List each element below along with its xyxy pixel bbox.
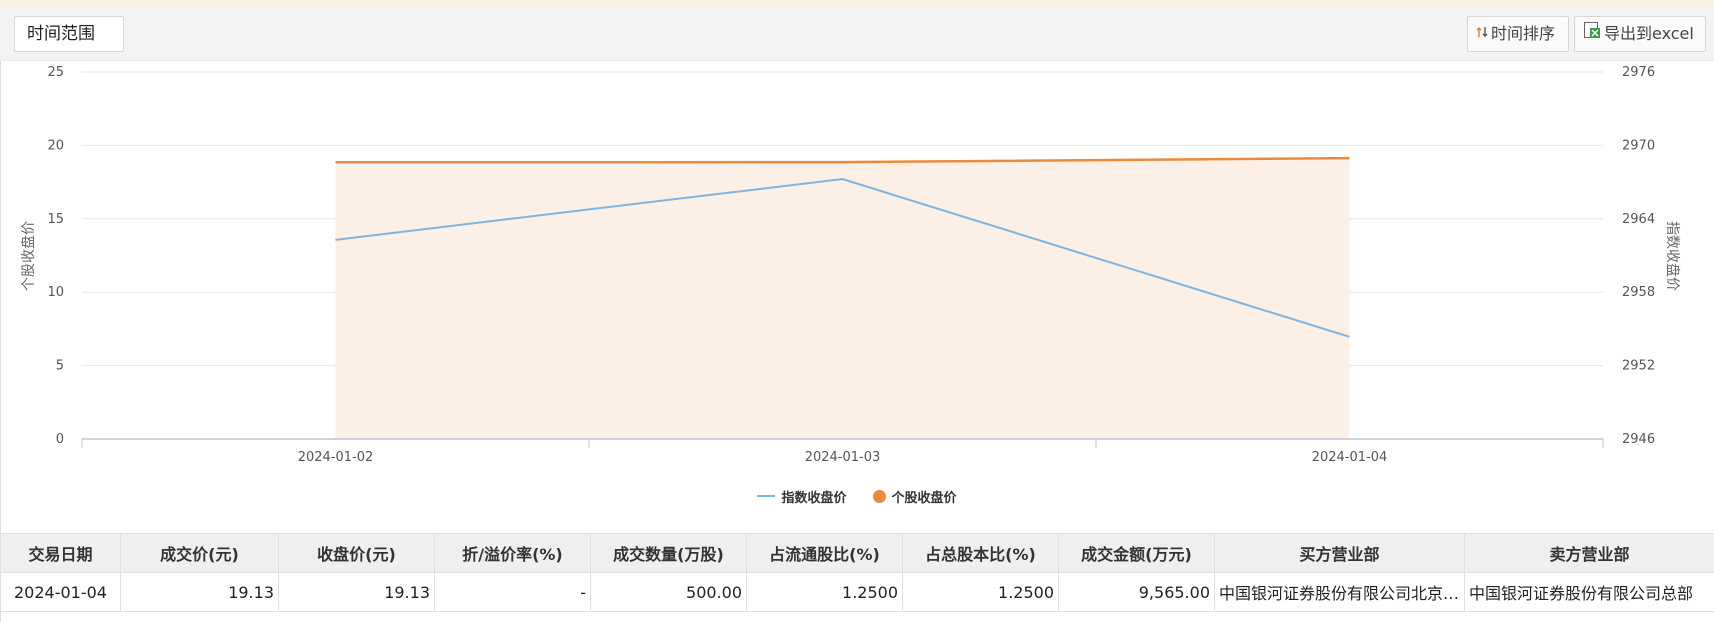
y-right-tick-label: 2976 bbox=[1622, 65, 1655, 80]
cell-float-ratio: 1.2500 bbox=[746, 572, 903, 612]
cell-close-price: 19.13 bbox=[278, 572, 435, 612]
y-right-tick-label: 2958 bbox=[1622, 285, 1655, 300]
y-left-tick-label: 25 bbox=[47, 65, 64, 80]
legend-label-index: 指数收盘价 bbox=[781, 490, 847, 506]
cell-trade-price: 19.13 bbox=[120, 572, 279, 612]
cell-seller: 中国银河证券股份有限公司总部 bbox=[1464, 572, 1714, 612]
legend-label-stock: 个股收盘价 bbox=[891, 490, 957, 506]
y-left-tick-label: 20 bbox=[47, 138, 64, 153]
y-right-tick-label: 2952 bbox=[1622, 359, 1655, 374]
legend-item-index[interactable]: 指数收盘价 bbox=[757, 487, 847, 506]
legend-dot-symbol bbox=[872, 489, 886, 503]
closing-price-chart: 0 5 10 15 20 25 2946 2952 2958 2964 2970 2976 2024-0… bbox=[20, 65, 1681, 465]
y-left-tick-label: 15 bbox=[47, 212, 64, 227]
header-float-ratio[interactable]: 占流通股比(%) bbox=[746, 533, 903, 573]
header-trade-date[interactable]: 交易日期 bbox=[0, 533, 121, 573]
y-left-tick-label: 10 bbox=[47, 285, 64, 300]
x-tick-label: 2024-01-03 bbox=[805, 450, 881, 465]
header-amount[interactable]: 成交金额(万元) bbox=[1058, 533, 1215, 573]
cell-trade-date: 2024-01-04 bbox=[0, 572, 121, 612]
cell-buyer: 中国银河证券股份有限公司北京中关村大街证券营业部 bbox=[1214, 572, 1465, 612]
stock-area bbox=[335, 158, 1350, 439]
header-trade-price[interactable]: 成交价(元) bbox=[120, 533, 279, 573]
y-right-tick-label: 2964 bbox=[1622, 212, 1655, 227]
table-row: 2024-01-04 19.13 19.13 - 500.00 1.2500 1… bbox=[0, 572, 1714, 612]
header-buyer[interactable]: 买方营业部 bbox=[1214, 533, 1465, 573]
legend-line-symbol bbox=[757, 495, 776, 497]
cell-volume: 500.00 bbox=[590, 572, 747, 612]
block-trade-table: 交易日期 成交价(元) 收盘价(元) 折/溢价率(%) 成交数量(万股) 占流通… bbox=[0, 533, 1714, 612]
sort-arrows-icon bbox=[1476, 17, 1488, 51]
time-sort-button[interactable]: 时间排序 bbox=[1467, 16, 1569, 52]
header-volume[interactable]: 成交数量(万股) bbox=[590, 533, 747, 573]
y-left-tick-label: 5 bbox=[56, 359, 64, 374]
time-range-button[interactable]: 时间范围 bbox=[14, 16, 124, 52]
table-header-row: 交易日期 成交价(元) 收盘价(元) 折/溢价率(%) 成交数量(万股) 占流通… bbox=[0, 533, 1714, 573]
export-excel-button[interactable]: 导出到excel bbox=[1574, 16, 1706, 52]
legend-item-stock[interactable]: 个股收盘价 bbox=[872, 487, 957, 506]
export-excel-label: 导出到excel bbox=[1604, 24, 1694, 43]
chart-legend: 指数收盘价 个股收盘价 bbox=[0, 484, 1714, 508]
toolbar: 时间范围 时间排序 导出到excel bbox=[0, 6, 1714, 61]
y-left-tick-label: 0 bbox=[56, 432, 64, 447]
cell-amount: 9,565.00 bbox=[1058, 572, 1215, 612]
y-right-axis-title: 指数收盘价 bbox=[1664, 221, 1681, 291]
y-right-tick-label: 2970 bbox=[1622, 138, 1655, 153]
header-premium-rate[interactable]: 折/溢价率(%) bbox=[434, 533, 591, 573]
header-seller[interactable]: 卖方营业部 bbox=[1464, 533, 1714, 573]
cell-total-ratio: 1.2500 bbox=[902, 572, 1059, 612]
excel-icon bbox=[1583, 17, 1601, 51]
time-sort-label: 时间排序 bbox=[1491, 24, 1556, 43]
y-left-axis-title: 个股收盘价 bbox=[20, 221, 37, 291]
x-tick-label: 2024-01-02 bbox=[298, 450, 374, 465]
x-tick-label: 2024-01-04 bbox=[1312, 450, 1388, 465]
header-total-ratio[interactable]: 占总股本比(%) bbox=[902, 533, 1059, 573]
cell-premium-rate: - bbox=[434, 572, 591, 612]
y-right-tick-label: 2946 bbox=[1622, 432, 1655, 447]
header-close-price[interactable]: 收盘价(元) bbox=[278, 533, 435, 573]
